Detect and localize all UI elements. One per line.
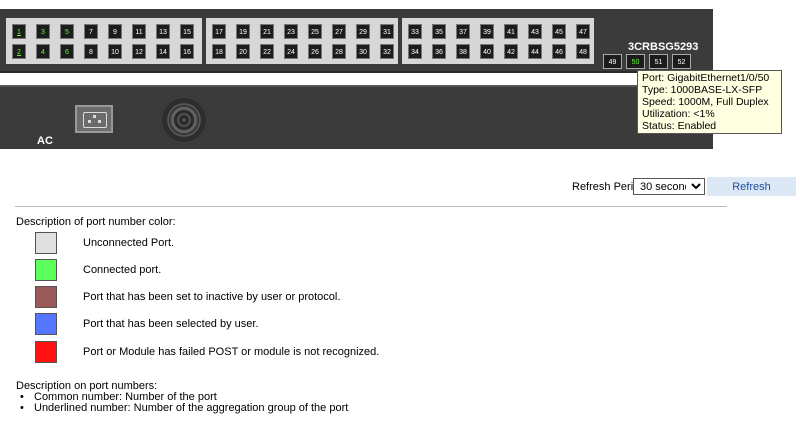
tooltip-type: Type: 1000BASE-LX-SFP	[642, 84, 763, 96]
legend-text: Port that has been set to inactive by us…	[83, 291, 341, 303]
port-29[interactable]: 29	[356, 24, 370, 39]
port-47[interactable]: 47	[576, 24, 590, 39]
port-7[interactable]: 7	[84, 24, 98, 39]
port-6[interactable]: 6	[60, 44, 74, 59]
port-27[interactable]: 27	[332, 24, 346, 39]
refresh-button[interactable]: Refresh	[707, 177, 796, 196]
port-34[interactable]: 34	[408, 44, 422, 59]
legend-text: Port or Module has failed POST or module…	[83, 346, 380, 358]
port-group-3: 33 35 37 39 41 43 45 47 34 36 38 40 42 44 46 48	[402, 18, 594, 64]
port-15[interactable]: 15	[180, 24, 194, 39]
fan-vent-icon	[162, 98, 206, 142]
port-24[interactable]: 24	[284, 44, 298, 59]
port-44[interactable]: 44	[528, 44, 542, 59]
port-35[interactable]: 35	[432, 24, 446, 39]
port-37[interactable]: 37	[456, 24, 470, 39]
port-23[interactable]: 23	[284, 24, 298, 39]
port-14[interactable]: 14	[156, 44, 170, 59]
port-numbers-list: Common number: Number of the port Underl…	[20, 392, 348, 415]
port-41[interactable]: 41	[504, 24, 518, 39]
tooltip-speed: Speed: 1000M, Full Duplex	[642, 96, 769, 108]
port-38[interactable]: 38	[456, 44, 470, 59]
power-socket-icon	[75, 105, 113, 133]
list-item: Underlined number: Number of the aggrega…	[20, 403, 348, 415]
port-tooltip: Port: GigabitEthernet1/0/50 Type: 1000BA…	[637, 70, 782, 134]
legend-swatch	[35, 313, 57, 335]
port-9[interactable]: 9	[108, 24, 122, 39]
port-40[interactable]: 40	[480, 44, 494, 59]
legend-text: Connected port.	[83, 264, 162, 276]
port-30[interactable]: 30	[356, 44, 370, 59]
port-21[interactable]: 21	[260, 24, 274, 39]
legend-swatch	[35, 341, 57, 363]
legend-swatch	[35, 232, 57, 254]
port-45[interactable]: 45	[552, 24, 566, 39]
port-26[interactable]: 26	[308, 44, 322, 59]
refresh-period-select[interactable]: 30 seconds	[633, 178, 705, 195]
sfp-port-49[interactable]: 49	[603, 54, 622, 69]
port-28[interactable]: 28	[332, 44, 346, 59]
port-11[interactable]: 11	[132, 24, 146, 39]
port-20[interactable]: 20	[236, 44, 250, 59]
legend-swatch	[35, 259, 57, 281]
port-16[interactable]: 16	[180, 44, 194, 59]
port-12[interactable]: 12	[132, 44, 146, 59]
tooltip-status: Status: Enabled	[642, 120, 717, 132]
port-1[interactable]: 1	[12, 24, 26, 39]
port-25[interactable]: 25	[308, 24, 322, 39]
port-17[interactable]: 17	[212, 24, 226, 39]
port-19[interactable]: 19	[236, 24, 250, 39]
port-8[interactable]: 8	[84, 44, 98, 59]
switch-model-label: 3CRBSG5293	[628, 41, 699, 53]
port-36[interactable]: 36	[432, 44, 446, 59]
port-22[interactable]: 22	[260, 44, 274, 59]
port-33[interactable]: 33	[408, 24, 422, 39]
divider	[15, 206, 727, 207]
port-10[interactable]: 10	[108, 44, 122, 59]
port-46[interactable]: 46	[552, 44, 566, 59]
tooltip-port: Port: GigabitEthernet1/0/50	[642, 72, 770, 84]
tooltip-utilization: Utilization: <1%	[642, 108, 715, 120]
switch-front-panel: 1 3 5 7 9 11 13 15 2 4 6 8 10 12 14 16 17 19 21 23 25 27 29 31…	[0, 9, 713, 73]
port-48[interactable]: 48	[576, 44, 590, 59]
legend-text: Port that has been selected by user.	[83, 318, 259, 330]
sfp-port-50[interactable]: 50	[626, 54, 645, 69]
port-3[interactable]: 3	[36, 24, 50, 39]
port-4[interactable]: 4	[36, 44, 50, 59]
port-group-2: 17 19 21 23 25 27 29 31 18 20 22 24 26 28 30 32	[206, 18, 398, 64]
legend-swatch	[35, 286, 57, 308]
port-13[interactable]: 13	[156, 24, 170, 39]
port-group-1: 1 3 5 7 9 11 13 15 2 4 6 8 10 12 14 16	[6, 18, 202, 64]
port-43[interactable]: 43	[528, 24, 542, 39]
legend-text: Unconnected Port.	[83, 237, 175, 249]
port-5[interactable]: 5	[60, 24, 74, 39]
port-42[interactable]: 42	[504, 44, 518, 59]
legend-title: Description of port number color:	[16, 216, 176, 228]
port-39[interactable]: 39	[480, 24, 494, 39]
port-31[interactable]: 31	[380, 24, 394, 39]
sfp-port-52[interactable]: 52	[672, 54, 691, 69]
port-2[interactable]: 2	[12, 44, 26, 59]
sfp-port-51[interactable]: 51	[649, 54, 668, 69]
port-18[interactable]: 18	[212, 44, 226, 59]
port-32[interactable]: 32	[380, 44, 394, 59]
ac-label: AC	[37, 135, 53, 147]
switch-rear-panel: AC	[0, 85, 713, 149]
